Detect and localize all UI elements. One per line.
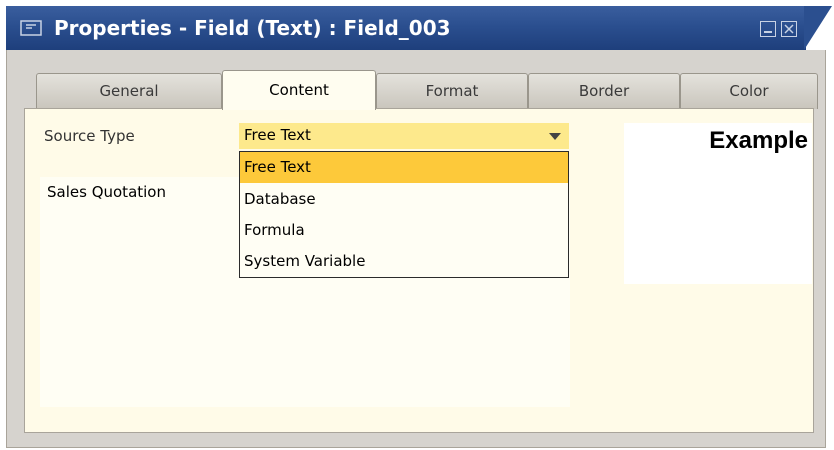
example-label: Example bbox=[709, 127, 808, 154]
title-bar-corner bbox=[804, 6, 832, 50]
tab-label: Color bbox=[729, 82, 769, 100]
window-title: Properties - Field (Text) : Field_003 bbox=[54, 16, 451, 40]
tab-label: Format bbox=[425, 82, 479, 100]
tab-border[interactable]: Border bbox=[528, 73, 680, 109]
tab-label: General bbox=[99, 82, 159, 100]
dropdown-option-database[interactable]: Database bbox=[240, 184, 568, 215]
properties-window: Properties - Field (Text) : Field_003 Ge… bbox=[0, 0, 834, 450]
tab-general[interactable]: General bbox=[36, 73, 222, 109]
source-type-dropdown[interactable]: Free Text Database Formula System Variab… bbox=[239, 151, 569, 278]
title-bar[interactable]: Properties - Field (Text) : Field_003 bbox=[6, 6, 806, 50]
source-type-value: Free Text bbox=[244, 126, 311, 144]
chevron-down-icon[interactable] bbox=[549, 133, 561, 140]
tab-color[interactable]: Color bbox=[680, 73, 818, 109]
source-type-label: Source Type bbox=[44, 127, 135, 145]
example-preview: Example bbox=[624, 123, 812, 284]
tab-format[interactable]: Format bbox=[376, 73, 528, 109]
close-icon bbox=[784, 24, 794, 34]
minimize-button[interactable] bbox=[760, 21, 776, 37]
tab-label: Content bbox=[269, 81, 329, 99]
dropdown-option-formula[interactable]: Formula bbox=[240, 215, 568, 246]
tab-content[interactable]: Content bbox=[222, 70, 376, 110]
close-button[interactable] bbox=[781, 21, 797, 37]
window-menu-icon[interactable] bbox=[20, 20, 42, 36]
free-text-value: Sales Quotation bbox=[47, 183, 166, 201]
tab-label: Border bbox=[578, 82, 630, 100]
source-type-select[interactable]: Free Text bbox=[239, 123, 569, 149]
dropdown-option-free-text[interactable]: Free Text bbox=[240, 152, 568, 183]
dropdown-option-system-variable[interactable]: System Variable bbox=[240, 246, 568, 277]
